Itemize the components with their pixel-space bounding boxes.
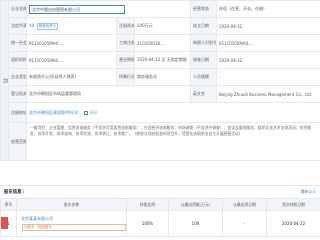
reg-number-value: 110105018... [133,34,192,52]
label-approval-date: 核准日期 [190,51,218,69]
label-found-date: 成立日期 [190,17,218,35]
english-name-value: Beijing Zhuodi Business Management Co., … [216,85,320,103]
address-value: 北京市朝阳区建国路甲92号... 复制 [25,102,320,123]
label-company-name: 企业名称 [8,0,27,18]
scope-value: 一般项目：企业管理；信息咨询服务（不含许可类信息咨询服务）；社会经济咨询服务；市… [25,122,320,161]
shareholder-ratio: 100% [126,210,169,237]
credit-code-value: 91110105MA0..... [26,34,117,52]
taxpayer-id-value: 91110105MA0..... [216,34,320,52]
label-credit-code: 统一社会信用代码 [8,34,27,52]
label-address: 注册地址 [8,102,27,123]
industry-value: 商务服务业 [133,68,192,86]
approval-date-value: 2020-04-22 [216,51,320,69]
table-row[interactable]: 1 北京某某有限公司 大股东 · 控股股东 100% 100 - 2020-04… [0,210,320,237]
label-english-name: 英文名 [190,85,218,103]
col-header-no: 序号 [0,198,17,211]
capital-value: 100万元 [133,17,192,35]
shareholders-table: 序号 股东名称 持股比例 认缴出资额(万元) 认缴出资日期 首次持股日期 1 北… [0,198,320,237]
shareholders-latest-link[interactable]: 最新公示 [301,189,316,195]
label-term: 营业期限 [116,51,135,69]
staff-value: - [216,68,320,86]
label-reg-authority: 登记机关 [8,85,27,103]
section-label: 工商 [0,0,9,161]
shareholder-sub-date: - [222,210,267,237]
business-info-table: 工商 企业名称 北京中晨自由管理有限公司 经营状态 存续（在营、开业、在册） 法… [0,0,320,161]
legal-rep-link[interactable]: XX [29,23,34,28]
company-type-value: 有限责任公司(自然人独资) [26,68,117,86]
label-status: 经营状态 [190,0,218,18]
label-taxpayer-id: 纳税人识别号 [190,34,218,52]
shareholder-name-link[interactable]: 北京某某有限公司 [21,216,126,222]
status-value: 存续（在营、开业、在册） [216,0,320,18]
label-company-type: 企业类型 [8,68,27,86]
label-org-code: 组织机构代码 [8,51,27,69]
label-capital: 注册资本 [116,17,135,35]
shareholders-header: 股东信息 1 最新公示 [0,185,320,197]
shareholder-amount: 100 [168,210,223,237]
shareholders-title: 股东信息 [4,190,22,195]
company-info-page: 工商 企业名称 北京中晨自由管理有限公司 经营状态 存续（在营、开业、在册） 法… [0,0,320,240]
shareholder-first-date: 2020-04-22 [266,210,320,237]
col-header-sub-date: 认缴出资日期 [222,198,267,211]
found-date-value: 2020-04-22 [216,17,320,35]
address-text[interactable]: 北京市朝阳区建国路甲92号... [29,110,82,115]
company-logo [1,217,8,229]
reg-authority-value: 北京市朝阳区市场监督管理局 [25,85,192,103]
col-header-ratio: 持股比例 [126,198,169,211]
company-name-cell: 北京中晨自由管理有限公司 [25,0,192,18]
copy-label[interactable]: 复制 [89,110,97,115]
shareholder-name-cell: 北京某某有限公司 大股东 · 控股股东 [16,210,127,237]
col-header-amount: 认缴出资额(万元) [168,198,223,211]
label-legal-rep: 法定代表人 [8,17,27,35]
company-name-field[interactable]: 北京中晨自由管理有限公司 [29,4,125,14]
copy-icon[interactable] [84,111,89,115]
label-scope: 经营范围 [8,122,27,161]
label-reg-number: 工商注册号 [116,34,135,52]
shareholders-count: 1 [22,189,25,194]
label-staff: 人员规模 [190,68,218,86]
legal-rep-cell: XX 首席负责人 [26,17,117,35]
org-code-value: 91110105MA0..... [26,51,117,69]
col-header-name: 股东名称 [16,198,127,211]
shareholder-tag: 大股东 · 控股股东 [22,224,126,231]
label-industry: 所属行业 [116,68,135,86]
col-header-first-date: 首次持股日期 [266,198,320,211]
shareholders-header-row: 序号 股东名称 持股比例 认缴出资额(万元) 认缴出资日期 首次持股日期 [0,198,320,211]
term-value: 2020-04-22 至 无固定期限 [133,51,192,69]
legal-rep-tag: 首席负责人 [36,22,59,30]
